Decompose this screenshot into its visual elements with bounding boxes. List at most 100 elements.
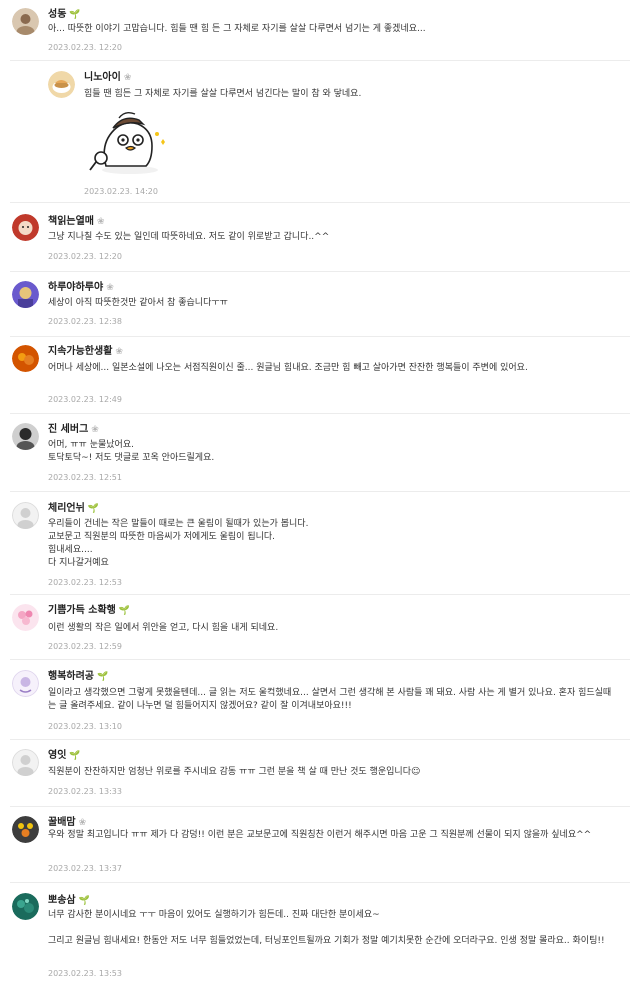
comment-text: 어머, ㅠㅠ 눈물났어요. 토닥토닥~! 저도 댓글로 꼬옥 안아드릴게요. xyxy=(48,439,618,465)
comment-text: 그냥 지나칠 수도 있는 일인데 따뜻하네요. 저도 같이 위로받고 갑니다..… xyxy=(48,231,618,244)
author-name[interactable]: 지속가능한생활 xyxy=(48,346,112,357)
sprout-badge-icon: 🌱 xyxy=(118,606,131,616)
avatar[interactable] xyxy=(12,893,39,920)
comment-line: 교보문고 직원분의 따뜻한 마음씨가 저에게도 울림이 됩니다. xyxy=(48,532,276,542)
author-name[interactable]: 꿀배맘 xyxy=(48,817,76,828)
avatar[interactable] xyxy=(12,423,39,450)
comment-text: 너무 감사한 분이시네요 ㅜㅜ 마음이 있어도 실행하기가 힘든데.. 진짜 대… xyxy=(48,909,618,948)
comment-line: 힘내세요.... xyxy=(48,545,93,555)
comment-author[interactable]: 책읽는열매 ❀ xyxy=(48,215,105,229)
comment-line: 세상이 아직 따뜻한것만 같아서 참 좋습니다ㅜㅠ xyxy=(48,298,228,308)
sprout-badge-icon: 🌱 xyxy=(87,504,100,514)
avatar[interactable] xyxy=(12,8,39,35)
comment-date: 2023.02.23. 12:53 xyxy=(48,578,122,587)
comment-date: 2023.02.23. 12:20 xyxy=(48,252,122,261)
comment-item: 진 세버그 ❀ 어머, ㅠㅠ 눈물났어요. 토닥토닥~! 저도 댓글로 꼬옥 안아… xyxy=(0,413,640,491)
comment-date: 2023.02.23. 12:51 xyxy=(48,473,122,482)
manager-badge-icon: ❀ xyxy=(123,73,132,83)
comment-item: 뽀송삼 🌱 너무 감사한 분이시네요 ㅜㅜ 마음이 있어도 실행하기가 힘든데..… xyxy=(0,882,640,983)
comment-date: 2023.02.23. 12:20 xyxy=(48,43,122,52)
comment-item: 체리언뉘 🌱 우리들이 건네는 작은 말들이 때로는 큰 울림이 될때가 있는가 … xyxy=(0,491,640,594)
comment-author[interactable]: 행복하려공 🌱 xyxy=(48,670,108,684)
comment-text: 우와 정말 최고입니다 ㅠㅠ 제가 다 감덩!! 이런 분은 교보문고에 직원칭… xyxy=(48,829,618,842)
avatar[interactable] xyxy=(48,71,75,98)
comment-line: 그리고 원글님 힘내세요! 한동안 저도 너무 힘들었었는데, 터닝포인트될까요… xyxy=(48,936,605,946)
comment-author[interactable]: 지속가능한생활 ❀ xyxy=(48,345,123,359)
sprout-badge-icon: 🌱 xyxy=(97,672,109,682)
comment-item: 지속가능한생활 ❀ 어머나 세상에... 일본소설에 나오는 서점직원이신 줄..… xyxy=(0,336,640,413)
comment-line: 토닥토닥~! 저도 댓글로 꼬옥 안아드릴게요. xyxy=(48,453,215,463)
comment-item: 기쁨가득 소확행 🌱 이런 생활의 작은 일에서 위안을 얻고, 다시 힘을 내게… xyxy=(0,594,640,659)
comment-author[interactable]: 성동 🌱 xyxy=(48,8,81,22)
author-name[interactable]: 영잇 xyxy=(48,750,66,761)
comment-text: 직원분이 잔잔하지만 엄청난 위로를 주시네요 감동 ㅠㅠ 그런 분을 책 살 … xyxy=(48,766,618,779)
manager-badge-icon: ❀ xyxy=(106,283,114,293)
comment-line: 우리들이 건네는 작은 말들이 때로는 큰 울림이 될때가 있는가 봅니다. xyxy=(48,519,309,529)
comment-item: 행복하려공 🌱 일이라고 생각했으면 그렇게 못했을텐데... 글 읽는 저도 울… xyxy=(0,659,640,739)
comment-item: 영잇 🌱 직원분이 잔잔하지만 엄청난 위로를 주시네요 감동 ㅠㅠ 그런 분을 … xyxy=(0,739,640,806)
comment-text: 힘들 땐 힘든 그 자체로 자기를 살살 다루면서 넘긴다는 말이 참 와 닿네… xyxy=(84,88,624,101)
comment-author[interactable]: 니노아이 ❀ xyxy=(84,71,131,85)
avatar[interactable] xyxy=(12,749,39,776)
avatar[interactable] xyxy=(12,670,39,697)
comment-item: 하루야하루야 ❀ 세상이 아직 따뜻한것만 같아서 참 좋습니다ㅜㅠ 2023.0… xyxy=(0,271,640,336)
comment-date: 2023.02.23. 13:10 xyxy=(48,722,122,731)
comment-line: 힘들 땐 힘든 그 자체로 자기를 살살 다루면서 넘긴다는 말이 참 와 닿네… xyxy=(84,89,362,99)
comment-line: 직원분이 잔잔하지만 엄청난 위로를 주시네요 감동 ㅠㅠ 그런 분을 책 살 … xyxy=(48,767,421,777)
comment-line: 이런 생활의 작은 일에서 위안을 얻고, 다시 힘을 내게 되네요. xyxy=(48,623,279,633)
comment-text: 어머나 세상에... 일본소설에 나오는 서점직원이신 줄... 원글님 힘내요… xyxy=(48,362,618,375)
author-name[interactable]: 행복하려공 xyxy=(48,671,94,682)
comment-line: 우와 정말 최고입니다 ㅠㅠ 제가 다 감덩!! 이런 분은 교보문고에 직원칭… xyxy=(48,830,592,840)
avatar[interactable] xyxy=(12,214,39,241)
author-name[interactable]: 니노아이 xyxy=(84,72,121,83)
author-name[interactable]: 책읽는열매 xyxy=(48,216,94,227)
comment-text: 아... 따뜻한 이야기 고맙습니다. 힘들 땐 힘 든 그 자체로 자기를 살… xyxy=(48,23,618,36)
avatar[interactable] xyxy=(12,816,39,843)
author-name[interactable]: 하루야하루야 xyxy=(48,282,103,293)
comment-author[interactable]: 진 세버그 ❀ xyxy=(48,423,99,437)
avatar[interactable] xyxy=(12,281,39,308)
author-name[interactable]: 성동 xyxy=(48,9,66,20)
comment-text: 세상이 아직 따뜻한것만 같아서 참 좋습니다ㅜㅠ xyxy=(48,297,618,310)
reply-item: 니노아이 ❀ 힘들 땐 힘든 그 자체로 자기를 살살 다루면서 넘긴다는 말이 … xyxy=(0,60,640,202)
comment-item: 꿀배맘 ❀ 우와 정말 최고입니다 ㅠㅠ 제가 다 감덩!! 이런 분은 교보문고… xyxy=(0,806,640,882)
avatar[interactable] xyxy=(12,604,39,631)
author-name[interactable]: 기쁨가득 소확행 xyxy=(48,605,116,616)
comment-text: 일이라고 생각했으면 그렇게 못했을텐데... 글 읽는 저도 울컥했네요...… xyxy=(48,687,618,713)
comment-author[interactable]: 하루야하루야 ❀ xyxy=(48,281,114,295)
comment-date: 2023.02.23. 13:33 xyxy=(48,787,122,796)
author-name[interactable]: 뽀송삼 xyxy=(48,895,76,906)
comment-line: 너무 감사한 분이시네요 ㅜㅜ 마음이 있어도 실행하기가 힘든데.. 진짜 대… xyxy=(48,910,380,920)
comment-line: 어머나 세상에... 일본소설에 나오는 서점직원이신 줄... 원글님 힘내요… xyxy=(48,363,528,373)
comment-text: 이런 생활의 작은 일에서 위안을 얻고, 다시 힘을 내게 되네요. xyxy=(48,622,618,635)
avatar[interactable] xyxy=(12,345,39,372)
duck-detective-sticker xyxy=(89,111,165,174)
manager-badge-icon: ❀ xyxy=(97,217,105,227)
comment-line: 그냥 지나칠 수도 있는 일인데 따뜻하네요. 저도 같이 위로받고 갑니다..… xyxy=(48,232,330,242)
comment-author[interactable]: 체리언뉘 🌱 xyxy=(48,502,99,516)
comment-date: 2023.02.23. 13:53 xyxy=(48,969,122,978)
comment-line: 일이라고 생각했으면 그렇게 못했을텐데... 글 읽는 저도 울컥했네요...… xyxy=(48,688,612,711)
comment-date: 2023.02.23. 14:20 xyxy=(84,187,158,196)
comment-line xyxy=(48,922,618,935)
comment-item: 성동 🌱 아... 따뜻한 이야기 고맙습니다. 힘들 땐 힘 든 그 자체로 자… xyxy=(0,0,640,60)
comment-author[interactable]: 뽀송삼 🌱 xyxy=(48,894,90,908)
comment-date: 2023.02.23. 12:59 xyxy=(48,642,122,651)
comment-text: 우리들이 건네는 작은 말들이 때로는 큰 울림이 될때가 있는가 봅니다. 교… xyxy=(48,518,618,570)
comment-item: 책읽는열매 ❀ 그냥 지나칠 수도 있는 일인데 따뜻하네요. 저도 같이 위로받… xyxy=(0,202,640,271)
author-name[interactable]: 진 세버그 xyxy=(48,424,88,435)
comment-author[interactable]: 꿀배맘 ❀ xyxy=(48,816,86,830)
avatar[interactable] xyxy=(12,502,39,529)
manager-badge-icon: ❀ xyxy=(91,425,99,435)
comment-date: 2023.02.23. 13:37 xyxy=(48,864,122,873)
sprout-badge-icon: 🌱 xyxy=(78,896,90,906)
comment-author[interactable]: 기쁨가득 소확행 🌱 xyxy=(48,604,130,618)
sprout-badge-icon: 🌱 xyxy=(69,10,81,20)
comment-line: 어머, ㅠㅠ 눈물났어요. xyxy=(48,440,134,450)
comment-author[interactable]: 영잇 🌱 xyxy=(48,749,81,763)
manager-badge-icon: ❀ xyxy=(115,347,123,357)
comment-line: 다 지나갈거예요 xyxy=(48,558,109,568)
author-name[interactable]: 체리언뉘 xyxy=(48,503,85,514)
manager-badge-icon: ❀ xyxy=(78,818,87,828)
comment-line: 아... 따뜻한 이야기 고맙습니다. 힘들 땐 힘 든 그 자체로 자기를 살… xyxy=(48,24,426,34)
